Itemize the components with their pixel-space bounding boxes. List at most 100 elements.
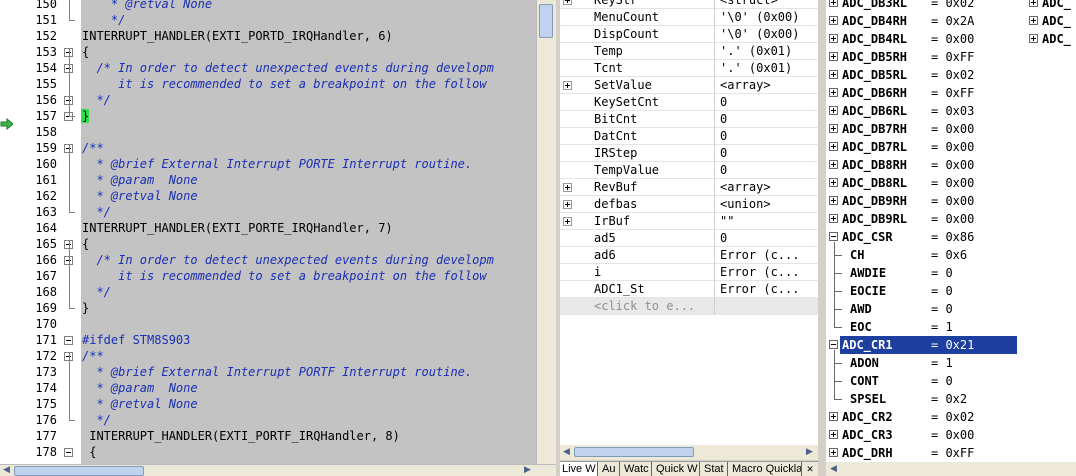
editor-horizontal-scroll-thumb[interactable] xyxy=(14,466,144,476)
register-row[interactable]: ADC_DB7RH = 0x00 xyxy=(826,120,1016,138)
expand-plus-icon[interactable] xyxy=(829,16,838,25)
watch-row[interactable]: IrBuf "" xyxy=(560,213,818,230)
expand-plus-icon[interactable] xyxy=(563,200,572,209)
register-field-row[interactable]: SPSEL = 0x2 xyxy=(826,390,1016,408)
fold-toggle-icon[interactable] xyxy=(64,448,73,457)
watch-row[interactable]: ad5 0 xyxy=(560,230,818,247)
code-line[interactable]: * @param None xyxy=(82,380,197,396)
register-field-row[interactable]: EOCIE = 0 xyxy=(826,282,1016,300)
watch-row[interactable]: Tcnt '.' (0x01) xyxy=(560,60,818,77)
code-line[interactable]: * @retval None xyxy=(82,396,197,412)
tab-stat[interactable]: Stat xyxy=(702,462,728,476)
register-row[interactable]: ADC_CR1 = 0x21 xyxy=(829,336,1017,354)
register-field-row[interactable]: ADON = 1 xyxy=(826,354,1016,372)
expand-plus-icon[interactable] xyxy=(829,214,838,223)
expand-plus-icon[interactable] xyxy=(829,70,838,79)
expand-plus-icon[interactable] xyxy=(563,183,572,192)
add-watch-placeholder[interactable]: <click to e... xyxy=(560,298,818,315)
watch-row[interactable]: ad6 Error (c... xyxy=(560,247,818,264)
watch-row[interactable]: RevBuf <array> xyxy=(560,179,818,196)
expand-plus-icon[interactable] xyxy=(1029,34,1038,43)
register-row[interactable]: ADC_DB4RH = 0x2A xyxy=(826,12,1016,30)
register-row[interactable]: ADC_CR2 = 0x02 xyxy=(826,408,1016,426)
code-line[interactable]: } xyxy=(82,300,89,316)
editor-vertical-scroll-thumb[interactable] xyxy=(539,4,553,38)
register-row[interactable]: ADC_DB9RL = 0x00 xyxy=(826,210,1016,228)
expand-plus-icon[interactable] xyxy=(1029,16,1038,25)
code-line[interactable]: { xyxy=(82,236,89,252)
watch-row[interactable]: i Error (c... xyxy=(560,264,818,281)
register-row[interactable]: ADC_CSR = 0x86 xyxy=(826,228,1016,246)
scroll-left-icon[interactable]: ◀ xyxy=(830,464,837,474)
code-line[interactable]: */ xyxy=(82,92,110,108)
watch-row[interactable]: MenuCount '\0' (0x00) xyxy=(560,9,818,26)
breakpoint-gutter[interactable] xyxy=(0,0,13,476)
code-line[interactable]: */ xyxy=(82,12,125,28)
expand-plus-icon[interactable] xyxy=(829,124,838,133)
expand-plus-icon[interactable] xyxy=(829,160,838,169)
expand-plus-icon[interactable] xyxy=(829,412,838,421)
code-line[interactable]: */ xyxy=(82,412,110,428)
close-icon[interactable]: ✕ xyxy=(804,462,816,476)
code-line[interactable]: * @retval None xyxy=(82,188,197,204)
register-row[interactable]: ADC_DB9RH = 0x00 xyxy=(826,192,1016,210)
expand-plus-icon[interactable] xyxy=(1029,0,1038,7)
tab-macro-quickla[interactable]: Macro Quickla xyxy=(730,462,802,476)
code-line[interactable]: */ xyxy=(82,284,110,300)
expand-plus-icon[interactable] xyxy=(829,178,838,187)
register-row[interactable]: ADC_DRH = 0xFF xyxy=(826,444,1016,462)
code-area[interactable]: * @retval None */INTERRUPT_HANDLER(EXTI_… xyxy=(81,0,536,464)
collapse-minus-icon[interactable] xyxy=(829,340,838,349)
pane-splitter-right[interactable] xyxy=(818,0,826,476)
expand-plus-icon[interactable] xyxy=(829,106,838,115)
code-line[interactable]: INTERRUPT_HANDLER(EXTI_PORTD_IRQHandler,… xyxy=(82,28,393,44)
tab-live-w[interactable]: Live W xyxy=(560,462,598,476)
code-line[interactable]: /* In order to detect unexpected events … xyxy=(82,252,493,268)
expand-plus-icon[interactable] xyxy=(829,196,838,205)
watch-row[interactable]: Temp '.' (0x01) xyxy=(560,43,818,60)
register-field-row[interactable]: AWD = 0 xyxy=(826,300,1016,318)
tab-quick-w[interactable]: Quick W xyxy=(654,462,700,476)
register-row[interactable]: ADC_DB6RL = 0x03 xyxy=(826,102,1016,120)
register-field-row[interactable]: CONT = 0 xyxy=(826,372,1016,390)
code-line[interactable]: * @brief External Interrupt PORTF Interr… xyxy=(82,364,472,380)
expand-plus-icon[interactable] xyxy=(829,430,838,439)
code-line[interactable]: it is recommended to set a breakpoint on… xyxy=(82,76,486,92)
editor-horizontal-scrollbar[interactable]: ◀ ▶ xyxy=(0,464,556,476)
expand-plus-icon[interactable] xyxy=(829,0,838,7)
expand-plus-icon[interactable] xyxy=(563,81,572,90)
code-line[interactable]: /* In order to detect unexpected events … xyxy=(82,60,493,76)
register-row[interactable]: ADC_DB5RH = 0xFF xyxy=(826,48,1016,66)
expand-plus-icon[interactable] xyxy=(829,52,838,61)
register-row[interactable]: ADC_DB8RH = 0x00 xyxy=(826,156,1016,174)
collapse-minus-icon[interactable] xyxy=(829,232,838,241)
watch-row[interactable]: KeyStr <struct> xyxy=(560,0,818,9)
register-field-row[interactable]: AWDIE = 0 xyxy=(826,264,1016,282)
code-line[interactable]: { xyxy=(82,44,89,60)
fold-toggle-icon[interactable] xyxy=(64,336,73,345)
scroll-right-icon[interactable]: ▶ xyxy=(806,447,813,457)
code-line[interactable]: */ xyxy=(82,204,110,220)
watch-row[interactable]: DispCount '\0' (0x00) xyxy=(560,26,818,43)
tab-au[interactable]: Au xyxy=(600,462,620,476)
watch-row[interactable]: DatCnt 0 xyxy=(560,128,818,145)
expand-plus-icon[interactable] xyxy=(829,448,838,457)
watch-horizontal-scrollbar[interactable]: ◀ ▶ xyxy=(560,445,818,460)
code-line[interactable]: * @param None xyxy=(82,172,197,188)
watch-row[interactable]: SetValue <array> xyxy=(560,77,818,94)
expand-plus-icon[interactable] xyxy=(563,0,572,5)
scroll-right-icon[interactable]: ▶ xyxy=(524,465,531,475)
register-row[interactable]: ADC_DB6RH = 0xFF xyxy=(826,84,1016,102)
code-line[interactable]: /** xyxy=(82,348,104,364)
scroll-left-icon[interactable]: ◀ xyxy=(563,447,570,457)
register-row[interactable]: ADC_DB4RL = 0x00 xyxy=(826,30,1016,48)
register-field-row[interactable]: EOC = 1 xyxy=(826,318,1016,336)
watch-row[interactable]: defbas <union> xyxy=(560,196,818,213)
code-line[interactable]: * @retval None xyxy=(82,0,212,12)
code-line[interactable]: it is recommended to set a breakpoint on… xyxy=(82,268,486,284)
code-line[interactable]: /** xyxy=(82,140,104,156)
expand-plus-icon[interactable] xyxy=(829,142,838,151)
register-row[interactable]: ADC_DB8RL = 0x00 xyxy=(826,174,1016,192)
watch-row[interactable]: TempValue 0 xyxy=(560,162,818,179)
watch-row[interactable]: KeySetCnt 0 xyxy=(560,94,818,111)
